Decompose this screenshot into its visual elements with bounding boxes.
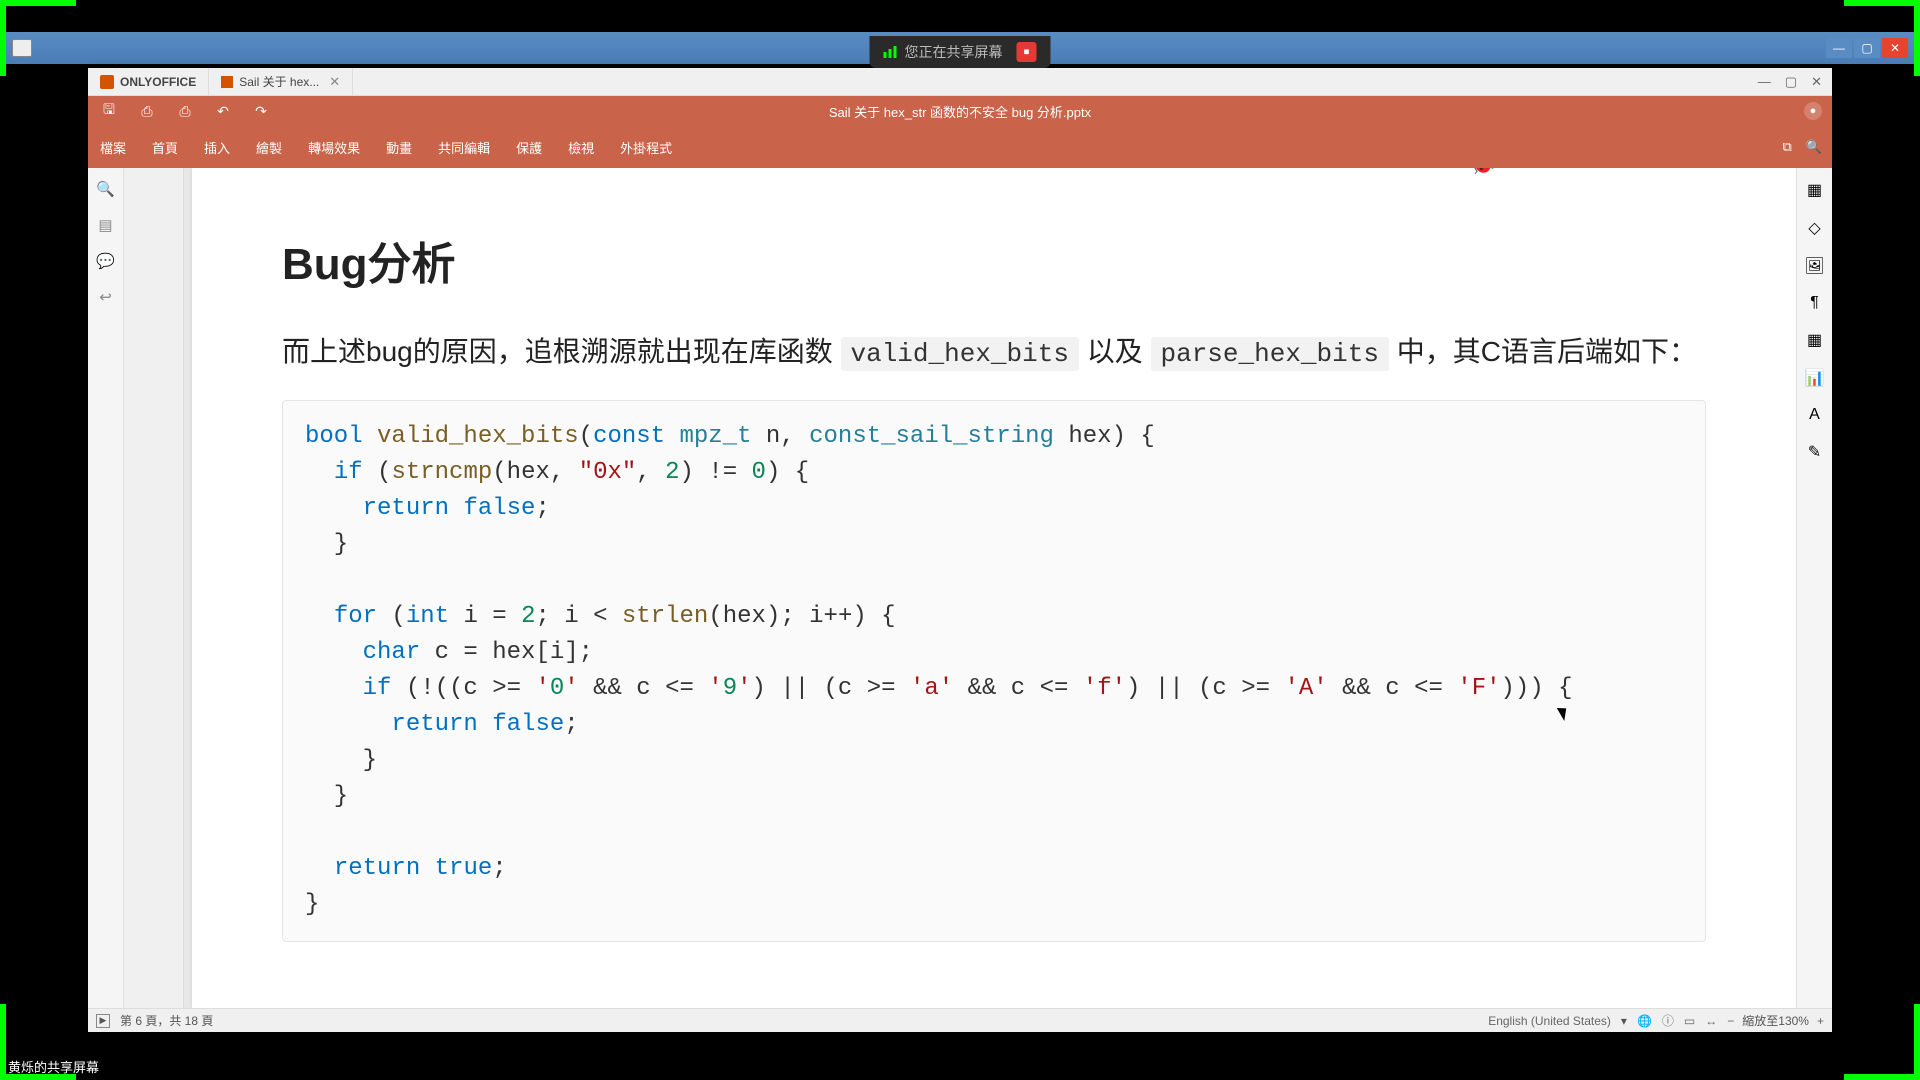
quick-print-icon[interactable]: ⎙ [174, 100, 196, 122]
fit-page-icon[interactable]: ▭ [1684, 1014, 1695, 1028]
presenter-name-label: 黄烁的共享屏幕 [8, 1057, 99, 1076]
minimize-button[interactable]: — [1826, 38, 1852, 58]
home-tab[interactable]: ONLYOFFICE [88, 68, 209, 95]
search-top-icon[interactable]: 🔍 [1806, 139, 1822, 155]
chart-settings-icon[interactable]: 📊 [1805, 368, 1825, 388]
zoom-in-button[interactable]: + [1817, 1014, 1824, 1028]
close-button[interactable]: ✕ [1882, 38, 1908, 58]
right-rail: ▦ ◇ 🖼 ¶ ▦ 📊 A ✎ [1796, 168, 1832, 1008]
slide-settings-icon[interactable]: ▦ [1807, 180, 1822, 200]
app-minimize-button[interactable]: — [1758, 74, 1771, 89]
app-toolbar: 🖫 ⎙ ⎙ ↶ ↷ Sail 关于 hex_str 函数的不安全 bug 分析.… [88, 96, 1832, 168]
paragraph-settings-icon[interactable]: ¶ [1810, 294, 1819, 312]
status-bar: ▶ 第 6 頁，共 18 頁 English (United States) ▾… [88, 1008, 1832, 1032]
menu-file[interactable]: 檔案 [98, 134, 128, 161]
language-label[interactable]: English (United States) [1488, 1014, 1611, 1028]
para-text-1: 而上述bug的原因，追根溯源就出现在库函数 [282, 336, 841, 367]
bug-badge-icon: 🐞 [1469, 168, 1496, 176]
redo-icon[interactable]: ↷ [250, 100, 272, 122]
slide-paragraph: 而上述bug的原因，追根溯源就出现在库函数 valid_hex_bits 以及 … [282, 328, 1706, 376]
signature-icon[interactable]: ✎ [1808, 442, 1821, 462]
fit-width-icon[interactable]: ↔ [1705, 1014, 1717, 1028]
menu-plugins[interactable]: 外掛程式 [618, 134, 674, 161]
onlyoffice-window: ONLYOFFICE Sail 关于 hex... ✕ — ▢ ✕ 🖫 ⎙ ⎙ … [88, 68, 1832, 1032]
feedback-icon[interactable]: ↩ [97, 288, 115, 306]
document-tab[interactable]: Sail 关于 hex... ✕ [209, 68, 353, 95]
app-maximize-button[interactable]: ▢ [1785, 74, 1797, 90]
onlyoffice-logo-icon [100, 75, 114, 89]
zoom-level[interactable]: 縮放至130% [1742, 1012, 1809, 1029]
document-title: Sail 关于 hex_str 函数的不安全 bug 分析.pptx [829, 102, 1091, 121]
slideshow-button[interactable]: ▶ [96, 1014, 110, 1028]
comments-icon[interactable]: 💬 [97, 252, 115, 270]
taskbar-app-icon[interactable] [12, 39, 32, 57]
maximize-button[interactable]: ▢ [1854, 38, 1880, 58]
slide-title: Bug分析 [282, 228, 1706, 292]
stop-sharing-button[interactable]: ⏹ [1017, 42, 1037, 62]
undo-icon[interactable]: ↶ [212, 100, 234, 122]
window-controls: — ▢ ✕ [1826, 38, 1908, 58]
signal-icon [884, 46, 897, 58]
image-settings-icon[interactable]: 🖼 [1804, 256, 1824, 276]
print-icon[interactable]: ⎙ [136, 100, 158, 122]
open-location-icon[interactable]: ⧉ [1783, 139, 1792, 155]
left-rail: 🔍 ▤ 💬 ↩ [88, 168, 124, 1008]
para-text-3: 中，其C语言后端如下： [1389, 336, 1697, 367]
presentation-icon [221, 76, 233, 88]
slides-icon[interactable]: ▤ [97, 216, 115, 234]
home-tab-label: ONLYOFFICE [120, 75, 196, 89]
sharing-indicator[interactable]: 您正在共享屏幕 ⏹ [870, 36, 1051, 68]
text-art-icon[interactable]: A [1809, 406, 1820, 424]
menu-transitions[interactable]: 轉場效果 [306, 134, 362, 161]
menu-protect[interactable]: 保護 [514, 134, 544, 161]
slide-thumbnail-strip[interactable] [124, 168, 184, 1008]
main-menu: 檔案 首頁 插入 繪製 轉場效果 動畫 共同編輯 保護 檢視 外掛程式 ⧉ 🔍 [88, 126, 1832, 168]
docinfo-icon[interactable]: ⓘ [1662, 1012, 1674, 1029]
menu-home[interactable]: 首頁 [150, 134, 180, 161]
page-indicator[interactable]: 第 6 頁，共 18 頁 [120, 1012, 213, 1029]
spellcheck-icon[interactable]: 🌐 [1637, 1014, 1652, 1028]
user-avatar-icon[interactable]: ● [1804, 102, 1822, 120]
menu-insert[interactable]: 插入 [202, 134, 232, 161]
sharing-label: 您正在共享屏幕 [905, 42, 1003, 62]
menu-animation[interactable]: 動畫 [384, 134, 414, 161]
save-icon[interactable]: 🖫 [98, 100, 120, 122]
menu-collab[interactable]: 共同編輯 [436, 134, 492, 161]
inline-code-2: parse_hex_bits [1151, 337, 1389, 371]
zoom-out-button[interactable]: − [1727, 1014, 1734, 1028]
app-close-button[interactable]: ✕ [1811, 74, 1822, 90]
search-icon[interactable]: 🔍 [97, 180, 115, 198]
inline-code-1: valid_hex_bits [841, 337, 1079, 371]
app-tabbar: ONLYOFFICE Sail 关于 hex... ✕ — ▢ ✕ [88, 68, 1832, 96]
slide-content[interactable]: Bug分析 而上述bug的原因，追根溯源就出现在库函数 valid_hex_bi… [192, 168, 1796, 1008]
shape-settings-icon[interactable]: ◇ [1808, 218, 1820, 238]
slide-canvas[interactable]: Bug分析 而上述bug的原因，追根溯源就出现在库函数 valid_hex_bi… [124, 168, 1796, 1008]
menu-view[interactable]: 檢視 [566, 134, 596, 161]
table-settings-icon[interactable]: ▦ [1807, 330, 1822, 350]
para-text-2: 以及 [1079, 336, 1151, 367]
code-block: bool valid_hex_bits(const mpz_t n, const… [282, 400, 1706, 942]
tab-close-icon[interactable]: ✕ [329, 74, 340, 90]
document-tab-label: Sail 关于 hex... [239, 73, 319, 90]
menu-draw[interactable]: 繪製 [254, 134, 284, 161]
